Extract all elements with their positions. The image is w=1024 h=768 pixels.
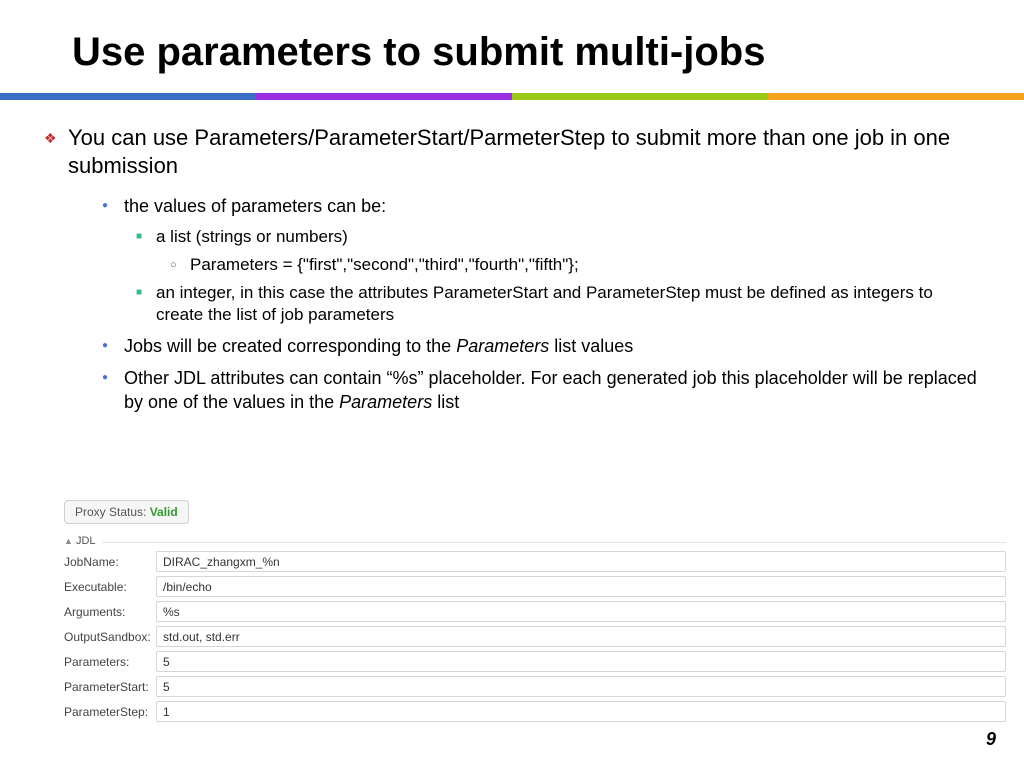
form-label: ParameterStep: (64, 705, 156, 719)
form-row: Parameters: (64, 651, 1006, 672)
jdl-fieldset: ▲ JDL JobName:Executable:Arguments:Outpu… (64, 542, 1006, 722)
dot-bullet-icon: ● (94, 194, 124, 218)
proxy-value: Valid (150, 505, 178, 519)
dot-bullet-icon: ● (94, 366, 124, 414)
bullet-text: the values of parameters can be: (124, 194, 386, 218)
form-input[interactable] (156, 676, 1006, 697)
accent-divider (0, 93, 1024, 100)
bullet-text: You can use Parameters/ParameterStart/Pa… (68, 124, 984, 180)
bullet-level-2: ● the values of parameters can be: (94, 194, 984, 218)
bullet-level-4: ○ Parameters = {"first","second","third"… (166, 254, 984, 276)
form-label: Arguments: (64, 605, 156, 619)
form-input[interactable] (156, 551, 1006, 572)
collapse-icon: ▲ (64, 536, 73, 546)
square-bullet-icon: ■ (130, 226, 156, 248)
bullet-text: a list (strings or numbers) (156, 226, 348, 248)
form-row: Executable: (64, 576, 1006, 597)
bullet-text: an integer, in this case the attributes … (156, 282, 984, 326)
slide-content: ❖ You can use Parameters/ParameterStart/… (0, 100, 1024, 414)
form-label: Parameters: (64, 655, 156, 669)
proxy-label: Proxy Status: (75, 505, 150, 519)
page-number: 9 (986, 729, 996, 750)
bullet-text: Other JDL attributes can contain “%s” pl… (124, 366, 984, 414)
form-row: Arguments: (64, 601, 1006, 622)
bullet-level-1: ❖ You can use Parameters/ParameterStart/… (40, 124, 984, 180)
bullet-level-3: ■ an integer, in this case the attribute… (130, 282, 984, 326)
bullet-text: Parameters = {"first","second","third","… (190, 254, 579, 276)
circle-bullet-icon: ○ (166, 254, 190, 276)
slide-title: Use parameters to submit multi-jobs (0, 0, 1024, 93)
form-input[interactable] (156, 601, 1006, 622)
form-input[interactable] (156, 651, 1006, 672)
dot-bullet-icon: ● (94, 334, 124, 358)
text-fragment: list values (549, 336, 633, 356)
form-label: OutputSandbox: (64, 630, 156, 644)
jdl-form-screenshot: Proxy Status: Valid ▲ JDL JobName: Execut… (64, 500, 1006, 726)
form-label: JobName: (64, 555, 156, 569)
form-row: JobName: (64, 551, 1006, 572)
emphasis-text: Parameters (456, 336, 549, 356)
form-row: ParameterStart: (64, 676, 1006, 697)
emphasis-text: Parameters (339, 392, 432, 412)
proxy-status-badge: Proxy Status: Valid (64, 500, 189, 524)
square-bullet-icon: ■ (130, 282, 156, 326)
text-fragment: Other JDL attributes can contain “%s” pl… (124, 368, 977, 412)
jdl-legend: ▲ JDL (64, 535, 102, 547)
form-input[interactable] (156, 701, 1006, 722)
form-label: ParameterStart: (64, 680, 156, 694)
bullet-level-2: ● Jobs will be created corresponding to … (94, 334, 984, 358)
text-fragment: list (432, 392, 459, 412)
form-label: Executable: (64, 580, 156, 594)
form-row: ParameterStep: (64, 701, 1006, 722)
form-input[interactable] (156, 626, 1006, 647)
diamond-bullet-icon: ❖ (40, 124, 68, 180)
jdl-legend-text: JDL (76, 535, 96, 547)
form-row: OutputSandbox: (64, 626, 1006, 647)
bullet-text: Jobs will be created corresponding to th… (124, 334, 633, 358)
bullet-level-3: ■ a list (strings or numbers) (130, 226, 984, 248)
bullet-level-2: ● Other JDL attributes can contain “%s” … (94, 366, 984, 414)
text-fragment: Jobs will be created corresponding to th… (124, 336, 456, 356)
form-input[interactable] (156, 576, 1006, 597)
